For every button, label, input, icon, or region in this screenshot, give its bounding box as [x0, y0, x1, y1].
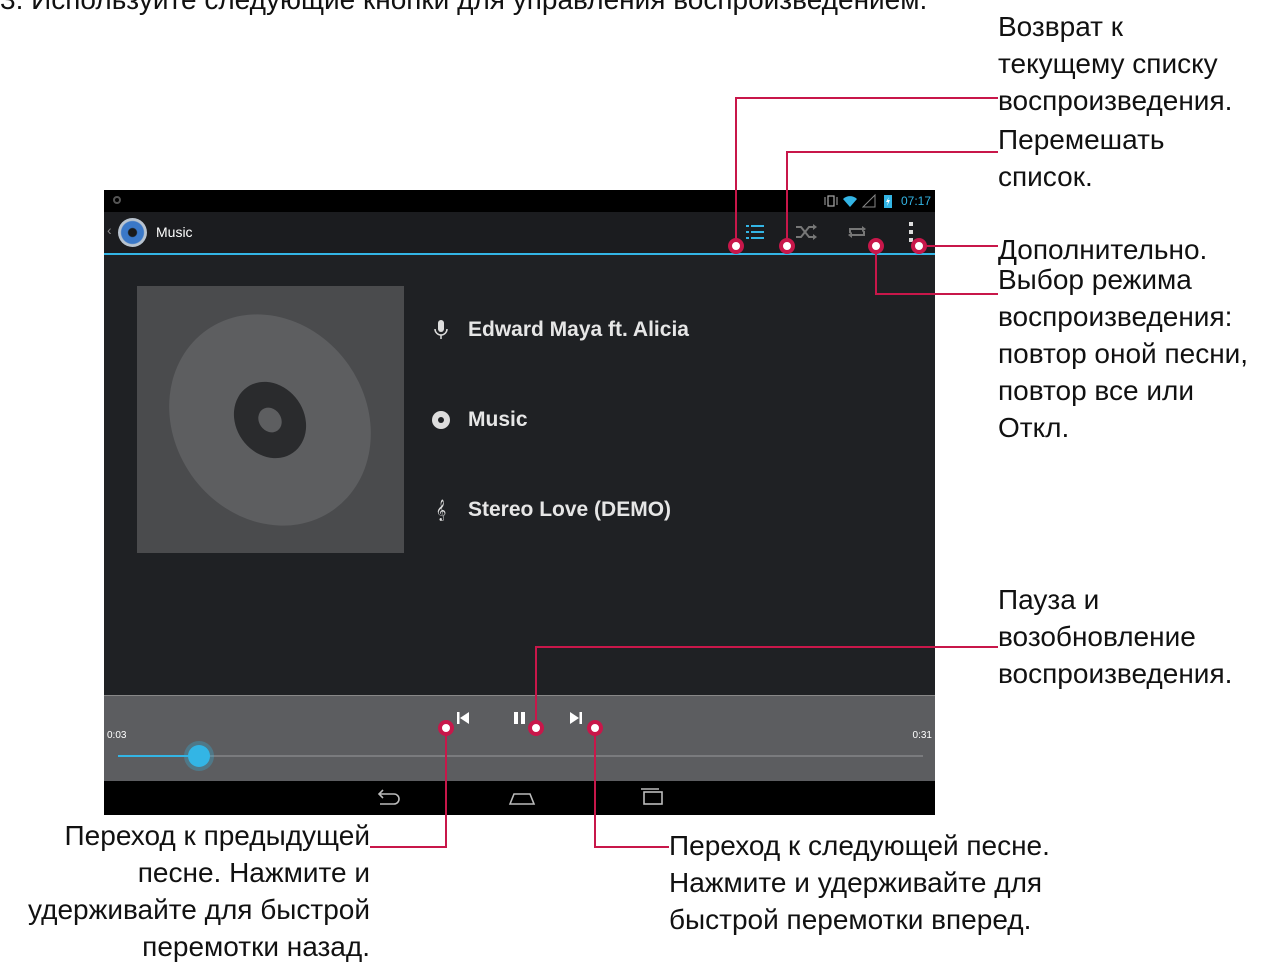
home-nav-icon[interactable] — [508, 788, 536, 808]
callout-pause-line-1: Пауза и — [998, 584, 1100, 615]
overflow-menu-icon[interactable] — [899, 220, 923, 244]
track-album-row: Music — [430, 405, 528, 435]
shuffle-icon[interactable] — [794, 220, 818, 244]
seek-thumb[interactable] — [187, 745, 210, 767]
callout-pause-line-2: возобновление — [998, 621, 1196, 652]
callout-repeat-line-4: повтор все или — [998, 375, 1194, 406]
seek-bar[interactable] — [118, 745, 923, 767]
back-nav-icon[interactable] — [374, 788, 402, 808]
music-app-icon[interactable] — [118, 218, 147, 247]
current-time: 0:03 — [107, 730, 127, 741]
vibrate-icon — [824, 195, 838, 207]
pause-icon[interactable] — [510, 708, 530, 728]
callout-prev-line-1: Переход к предыдущей — [64, 820, 370, 851]
track-artist-row: Edward Maya ft. Alicia — [430, 315, 689, 345]
callout-repeat: Выбор режима воспроизведения: повтор оно… — [998, 261, 1248, 446]
callout-playlist: Возврат к текущему списку воспроизведени… — [998, 8, 1232, 119]
music-player-screenshot: 07:17 ‹ Music Edward Maya ft. Alicia Mus… — [104, 190, 935, 815]
callout-pause-line-3: воспроизведения. — [998, 658, 1233, 689]
battery-icon — [884, 195, 892, 208]
up-navigation-icon[interactable]: ‹ — [107, 222, 112, 238]
action-bar: ‹ Music — [104, 212, 935, 255]
repeat-icon[interactable] — [845, 220, 869, 244]
callout-repeat-line-2: воспроизведения: — [998, 301, 1233, 332]
callout-next-line-3: быстрой перемотки вперед. — [669, 904, 1032, 935]
signal-icon — [862, 194, 876, 208]
album-art — [137, 286, 404, 553]
track-title: Stereo Love (DEMO) — [468, 498, 672, 521]
recents-nav-icon[interactable] — [638, 788, 666, 808]
callout-playlist-line-1: Возврат к — [998, 11, 1124, 42]
callout-repeat-line-1: Выбор режима — [998, 264, 1192, 295]
callout-prev-line-3: удерживайте для быстрой — [28, 894, 370, 925]
album-disc-icon — [169, 314, 371, 526]
navigation-bar — [104, 781, 935, 815]
track-title-row: 𝄞 Stereo Love (DEMO) — [430, 495, 671, 525]
seek-progress — [118, 755, 199, 757]
playlist-icon[interactable] — [743, 220, 767, 244]
next-icon[interactable] — [566, 708, 586, 728]
callout-shuffle: Перемешать список. — [998, 121, 1165, 195]
microphone-icon — [430, 319, 452, 341]
status-bar: 07:17 — [104, 190, 935, 212]
callout-playlist-line-2: текущему списку — [998, 48, 1218, 79]
callout-prev: Переход к предыдущей песне. Нажмите и уд… — [0, 817, 370, 965]
callout-next: Переход к следующей песне. Нажмите и уде… — [669, 827, 1050, 938]
album-icon — [430, 409, 452, 431]
artist-name: Edward Maya ft. Alicia — [468, 318, 689, 341]
status-icons — [824, 193, 895, 209]
callout-shuffle-line-2: список. — [998, 161, 1093, 192]
status-time: 07:17 — [900, 194, 931, 208]
callout-next-line-1: Переход к следующей песне. — [669, 830, 1050, 861]
previous-icon[interactable] — [453, 708, 473, 728]
callout-repeat-line-5: Откл. — [998, 412, 1070, 443]
total-time: 0:31 — [912, 730, 932, 741]
callout-shuffle-line-1: Перемешать — [998, 124, 1165, 155]
player-controls: 0:03 0:31 — [104, 695, 935, 782]
callout-playlist-line-3: воспроизведения. — [998, 85, 1233, 116]
app-title: Music — [156, 224, 193, 240]
callout-repeat-line-3: повтор оной песни, — [998, 338, 1249, 369]
music-note-icon: 𝄞 — [435, 499, 447, 520]
callout-prev-line-4: перемотки назад. — [142, 931, 370, 962]
callout-prev-line-2: песне. Нажмите и — [137, 857, 370, 888]
notification-icon — [113, 196, 121, 204]
album-name: Music — [468, 408, 528, 431]
callout-next-line-2: Нажмите и удерживайте для — [669, 867, 1043, 898]
wifi-icon — [843, 196, 857, 207]
callout-pause: Пауза и возобновление воспроизведения. — [998, 581, 1232, 692]
